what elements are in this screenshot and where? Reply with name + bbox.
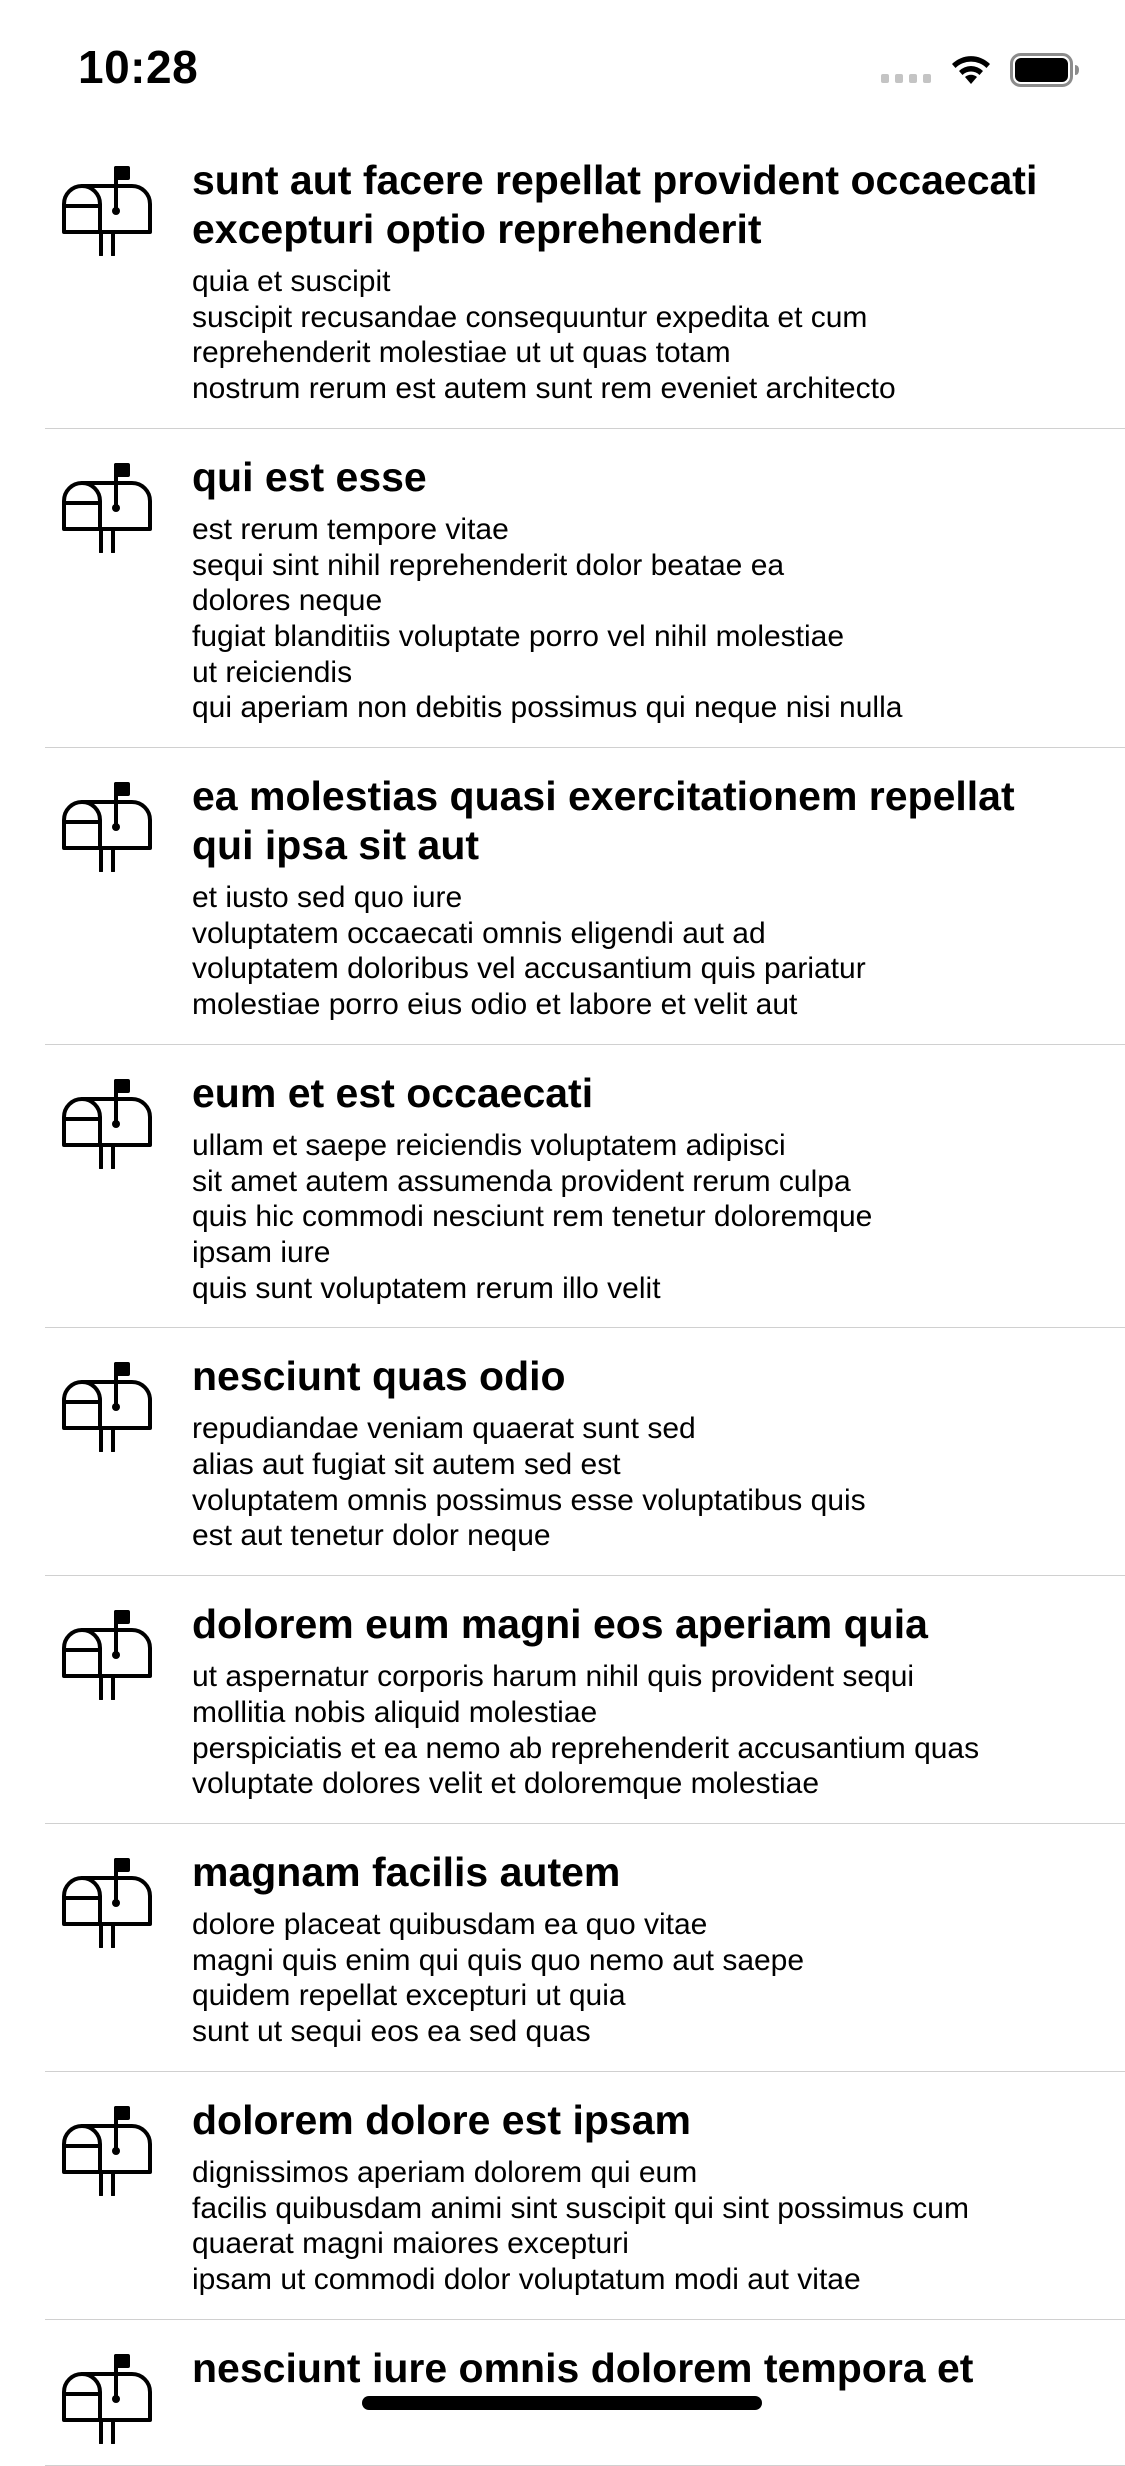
post-row-8[interactable]: dolorem dolore est ipsam dignissimos ape… xyxy=(0,2072,1125,2320)
mailbox-icon xyxy=(62,1362,152,1453)
post-row-6[interactable]: dolorem eum magni eos aperiam quia ut as… xyxy=(0,1576,1125,1824)
post-title: nesciunt iure omnis dolorem tempora et xyxy=(192,2344,974,2391)
battery-icon xyxy=(1010,53,1079,87)
post-title: eum et est occaecati xyxy=(192,1069,594,1116)
post-title: nesciunt quas odio xyxy=(192,1353,566,1400)
status-time: 10:28 xyxy=(78,41,199,93)
mailbox-icon xyxy=(62,1610,152,1701)
mailbox-icon xyxy=(62,2105,152,2196)
post-body: repudiandae veniam quaerat sunt sed alia… xyxy=(192,1412,866,1553)
post-title: qui est esse xyxy=(192,453,427,500)
mailbox-icon xyxy=(62,782,152,873)
post-title: magnam facilis autem xyxy=(192,1848,621,1895)
post-body: ut aspernatur corporis harum nihil quis … xyxy=(192,1660,980,1801)
post-title: sunt aut facere repellat provident occae… xyxy=(192,157,1038,252)
mailbox-icon xyxy=(62,1078,152,1169)
mailbox-icon xyxy=(62,2353,152,2444)
post-row-3[interactable]: ea molestias quasi exercitationem repell… xyxy=(0,748,1125,1045)
post-row-4[interactable]: eum et est occaecati ullam et saepe reic… xyxy=(0,1045,1125,1329)
status-bar: 10:28 xyxy=(0,0,1125,132)
post-row-5[interactable]: nesciunt quas odio repudiandae veniam qu… xyxy=(0,1328,1125,1576)
post-title: dolorem eum magni eos aperiam quia xyxy=(192,1601,928,1648)
post-title: dolorem dolore est ipsam xyxy=(192,2096,691,2143)
post-row-2[interactable]: qui est esse est rerum tempore vitae seq… xyxy=(0,429,1125,749)
post-body: dolore placeat quibusdam ea quo vitae ma… xyxy=(192,1907,805,2049)
post-body: et iusto sed quo iure voluptatem occaeca… xyxy=(192,881,866,1022)
mailbox-icon xyxy=(62,462,152,553)
home-indicator xyxy=(362,2396,762,2410)
post-title: ea molestias quasi exercitationem repell… xyxy=(192,773,1015,869)
post-list[interactable]: sunt aut facere repellat provident occae… xyxy=(0,132,1125,2466)
post-body: ullam et saepe reiciendis voluptatem adi… xyxy=(192,1128,873,1305)
wifi-icon xyxy=(952,56,990,84)
post-body: quia et suscipit suscipit recusandae con… xyxy=(192,265,896,406)
post-body: dignissimos aperiam dolorem qui eum faci… xyxy=(192,2155,969,2296)
post-row-7[interactable]: magnam facilis autem dolore placeat quib… xyxy=(0,1824,1125,2072)
post-body: est rerum tempore vitae sequi sint nihil… xyxy=(192,512,903,725)
post-row-9[interactable]: nesciunt iure omnis dolorem tempora et xyxy=(0,2320,1125,2466)
mailbox-icon xyxy=(62,166,152,256)
cellular-signal-icon xyxy=(881,74,931,83)
post-row-1[interactable]: sunt aut facere repellat provident occae… xyxy=(0,132,1125,429)
mailbox-icon xyxy=(62,1857,152,1948)
